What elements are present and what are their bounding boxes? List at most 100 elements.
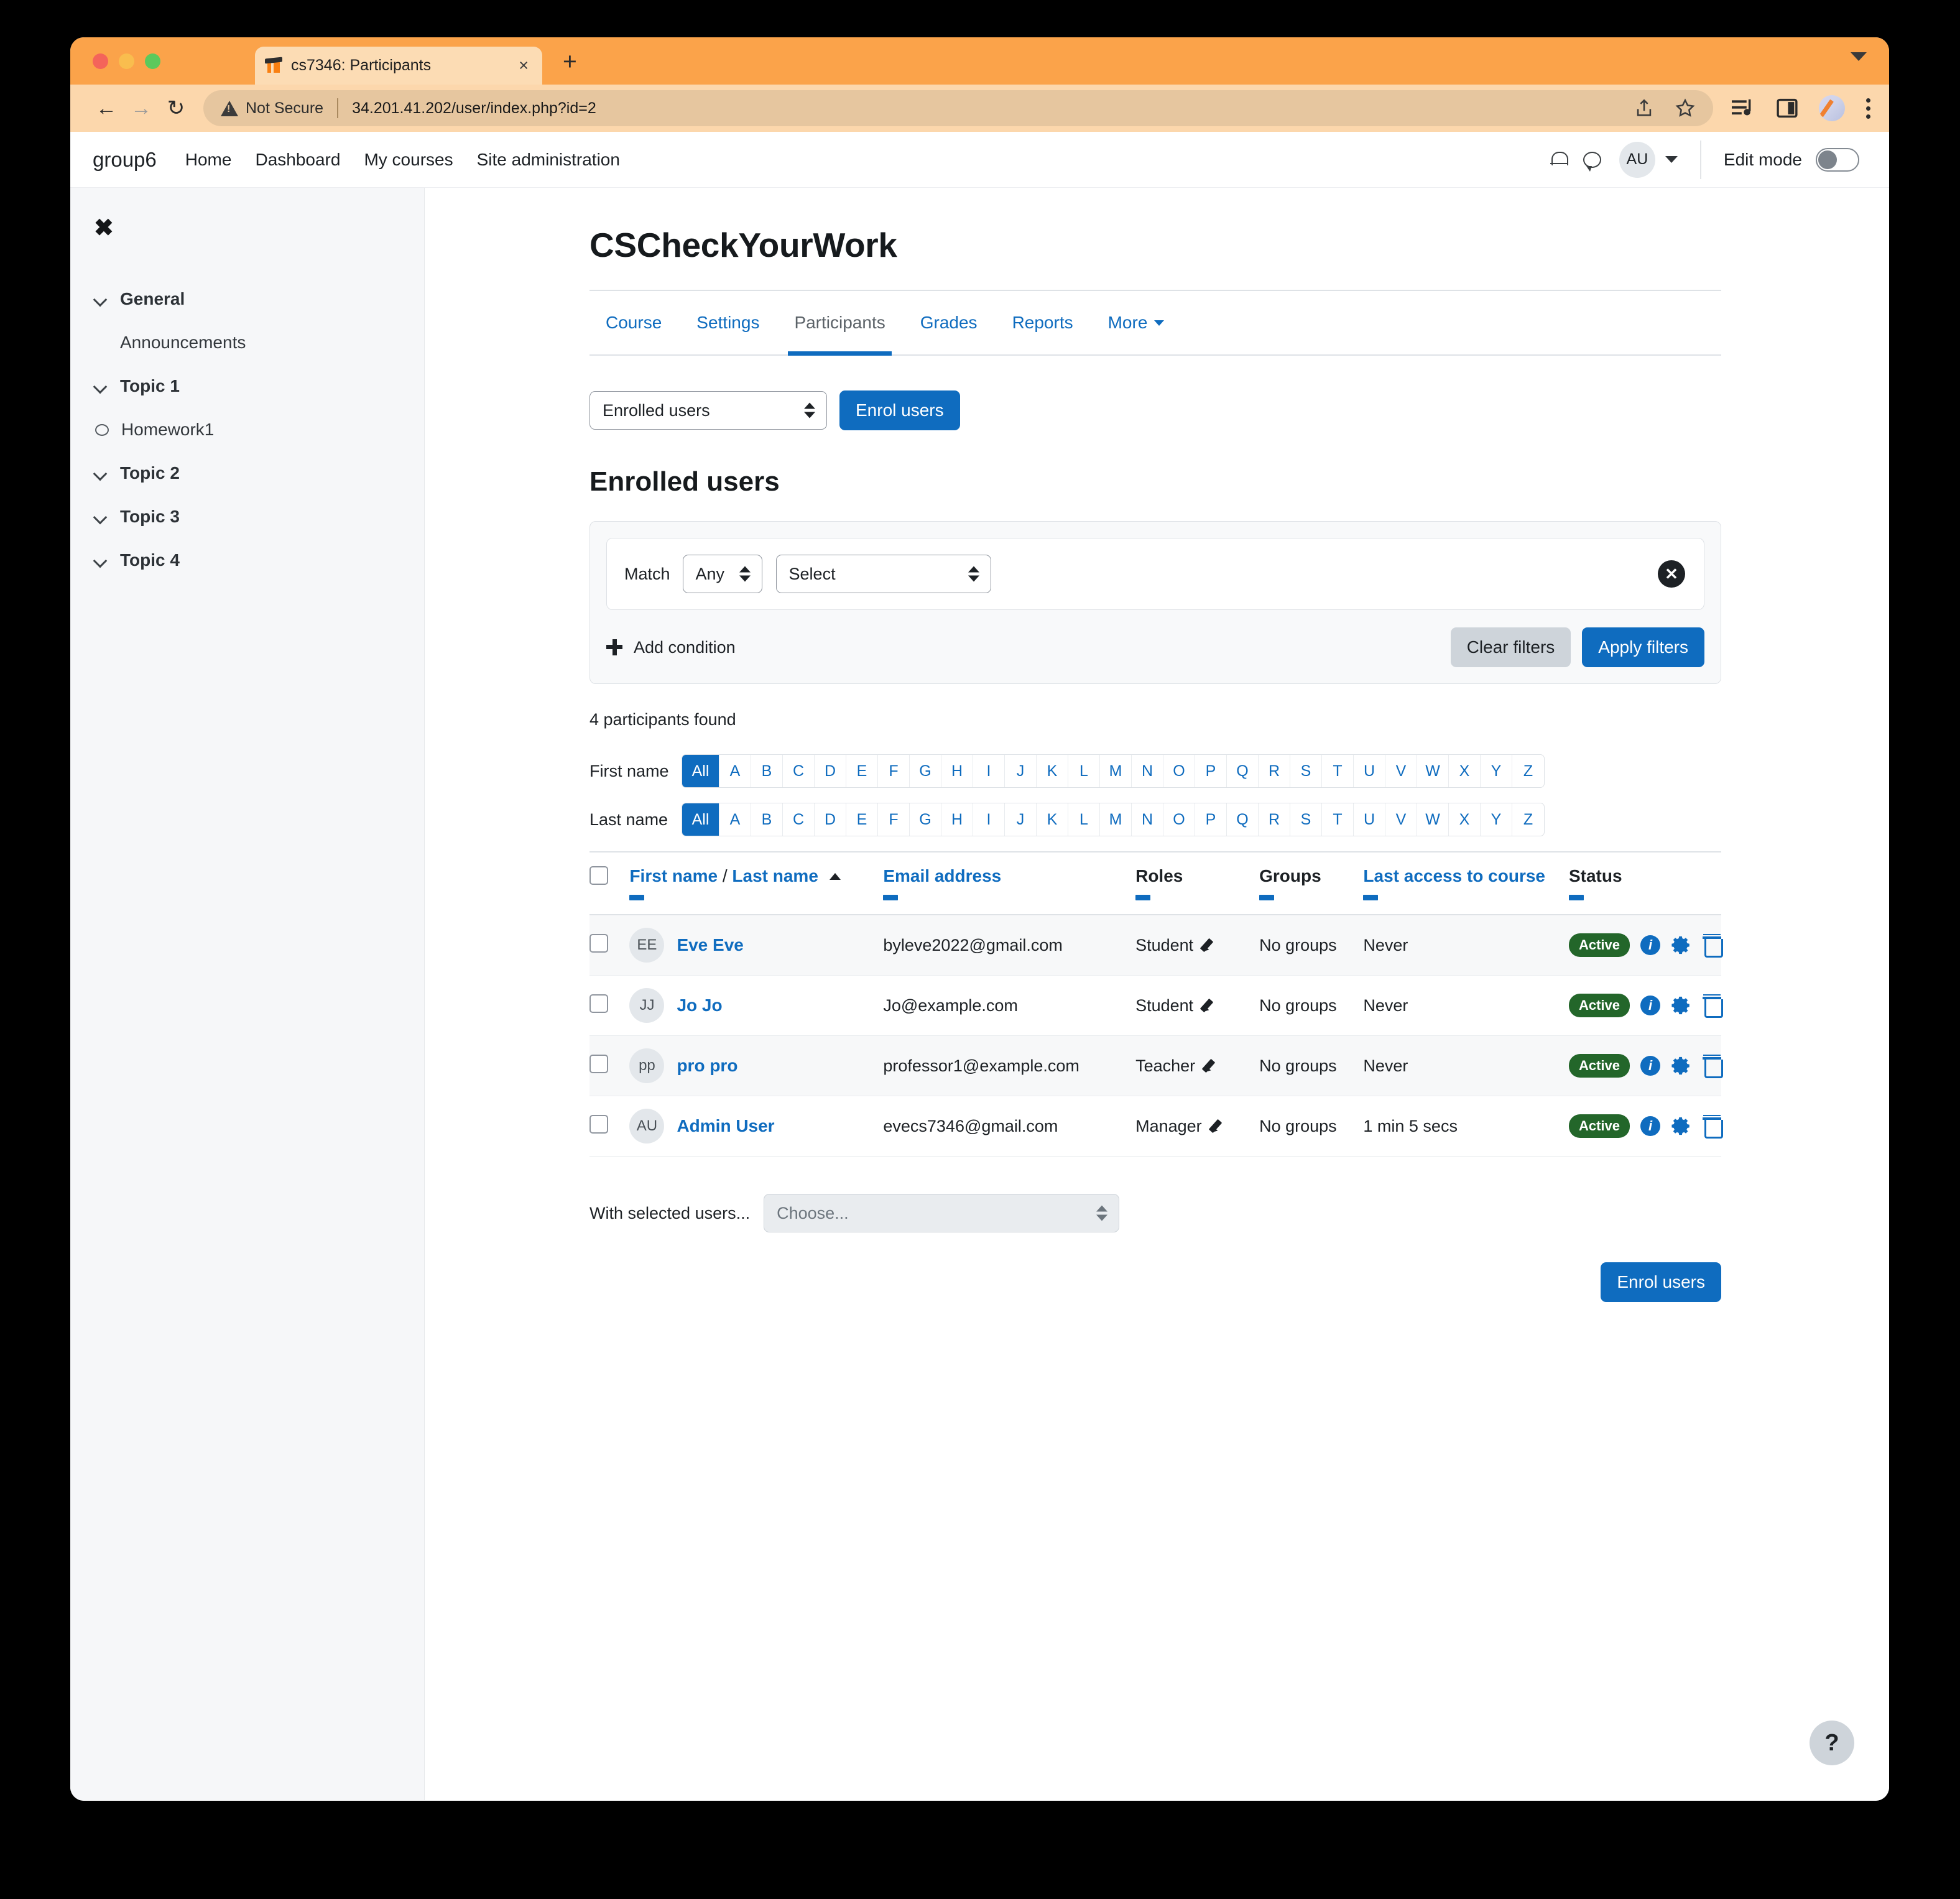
side-panel-icon[interactable] — [1777, 98, 1798, 119]
maximize-window-button[interactable] — [145, 53, 160, 69]
sort-last-access-link[interactable]: Last access to course — [1363, 866, 1545, 885]
first-name-initial-z[interactable]: Z — [1512, 755, 1544, 787]
messages-button[interactable] — [1576, 143, 1609, 177]
enrolment-info-icon[interactable]: i — [1640, 995, 1660, 1015]
last-name-initial-u[interactable]: U — [1354, 803, 1385, 836]
last-name-initial-t[interactable]: T — [1322, 803, 1354, 836]
browser-tab[interactable]: cs7346: Participants × — [255, 47, 542, 85]
edit-enrolment-gear-icon[interactable] — [1671, 1116, 1692, 1137]
edit-enrolment-gear-icon[interactable] — [1671, 995, 1692, 1016]
delete-enrolment-trash-icon[interactable] — [1703, 1116, 1723, 1139]
first-name-initial-o[interactable]: O — [1163, 755, 1195, 787]
tab-course[interactable]: Course — [589, 291, 679, 354]
reload-button[interactable]: ↻ — [159, 91, 193, 126]
enrolment-info-icon[interactable]: i — [1640, 935, 1660, 955]
sidebar-item-announcements[interactable]: Announcements — [70, 321, 424, 364]
row-checkbox[interactable] — [589, 994, 608, 1013]
sidebar-item-topic-3[interactable]: Topic 3 — [70, 495, 424, 538]
url-omnibox[interactable]: Not Secure 34.201.41.202/user/index.php?… — [203, 90, 1713, 126]
close-window-button[interactable] — [93, 53, 108, 69]
delete-enrolment-trash-icon[interactable] — [1703, 995, 1723, 1018]
collapse-column-icon[interactable] — [883, 895, 899, 900]
sort-first-name-link[interactable]: First name — [629, 866, 718, 885]
last-name-initial-d[interactable]: D — [815, 803, 846, 836]
first-name-initial-n[interactable]: N — [1132, 755, 1163, 787]
collapse-column-icon[interactable] — [1259, 895, 1275, 900]
new-tab-button[interactable]: + — [563, 50, 577, 74]
notifications-button[interactable] — [1542, 143, 1576, 177]
first-name-initial-q[interactable]: Q — [1227, 755, 1259, 787]
user-profile-link[interactable]: Admin User — [677, 1116, 774, 1136]
first-name-initial-s[interactable]: S — [1290, 755, 1322, 787]
last-name-initial-i[interactable]: I — [973, 803, 1005, 836]
sidebar-item-topic-1[interactable]: Topic 1 — [70, 364, 424, 408]
sidebar-item-topic-4[interactable]: Topic 4 — [70, 538, 424, 582]
close-drawer-icon[interactable]: ✖ — [70, 216, 424, 240]
edit-roles-pencil-icon[interactable] — [1203, 1057, 1219, 1073]
last-name-initial-q[interactable]: Q — [1227, 803, 1259, 836]
first-name-initial-t[interactable]: T — [1322, 755, 1354, 787]
delete-enrolment-trash-icon[interactable] — [1703, 935, 1723, 958]
forward-button[interactable]: → — [124, 91, 159, 126]
collapse-column-icon[interactable] — [629, 895, 645, 900]
share-icon[interactable] — [1634, 98, 1655, 119]
nav-link-site-administration[interactable]: Site administration — [477, 150, 620, 170]
collapse-column-icon[interactable] — [1568, 895, 1584, 900]
delete-enrolment-trash-icon[interactable] — [1703, 1055, 1723, 1078]
first-name-initial-p[interactable]: P — [1195, 755, 1227, 787]
enrolment-info-icon[interactable]: i — [1640, 1116, 1660, 1136]
tab-participants[interactable]: Participants — [777, 291, 902, 356]
add-condition-button[interactable]: Add condition — [606, 638, 736, 657]
user-profile-link[interactable]: pro pro — [677, 1056, 737, 1076]
tab-search-chevron-down-icon[interactable] — [1851, 52, 1867, 61]
last-name-initial-l[interactable]: L — [1068, 803, 1100, 836]
last-name-initial-a[interactable]: A — [719, 803, 751, 836]
bookmark-star-icon[interactable] — [1675, 98, 1696, 119]
tab-settings[interactable]: Settings — [679, 291, 777, 354]
select-all-checkbox[interactable] — [589, 866, 608, 885]
filter-type-select[interactable]: Select — [775, 555, 991, 593]
last-name-initial-f[interactable]: F — [878, 803, 910, 836]
first-name-initial-f[interactable]: F — [878, 755, 910, 787]
first-name-initial-y[interactable]: Y — [1481, 755, 1512, 787]
back-button[interactable]: ← — [89, 91, 124, 126]
last-name-initial-h[interactable]: H — [941, 803, 973, 836]
nav-link-my-courses[interactable]: My courses — [364, 150, 453, 170]
sidebar-item-topic-2[interactable]: Topic 2 — [70, 451, 424, 495]
edit-roles-pencil-icon[interactable] — [1209, 1117, 1226, 1134]
first-name-initial-w[interactable]: W — [1417, 755, 1449, 787]
last-name-initial-r[interactable]: R — [1259, 803, 1290, 836]
last-name-initial-b[interactable]: B — [751, 803, 783, 836]
first-name-initial-u[interactable]: U — [1354, 755, 1385, 787]
last-name-initial-w[interactable]: W — [1417, 803, 1449, 836]
edit-roles-pencil-icon[interactable] — [1201, 997, 1217, 1013]
first-name-initial-l[interactable]: L — [1068, 755, 1100, 787]
first-name-initial-b[interactable]: B — [751, 755, 783, 787]
first-name-initial-h[interactable]: H — [941, 755, 973, 787]
first-name-initial-i[interactable]: I — [973, 755, 1005, 787]
tab-more[interactable]: More — [1091, 291, 1182, 354]
first-name-initial-d[interactable]: D — [815, 755, 846, 787]
user-profile-link[interactable]: Eve Eve — [677, 935, 743, 955]
match-operator-select[interactable]: Any — [682, 555, 762, 593]
collapse-column-icon[interactable] — [1363, 895, 1379, 900]
first-name-initial-v[interactable]: V — [1385, 755, 1417, 787]
bulk-action-select[interactable]: Choose... — [764, 1194, 1120, 1232]
sidebar-item-general[interactable]: General — [70, 277, 424, 321]
clear-condition-icon[interactable]: ✕ — [1658, 560, 1685, 588]
row-checkbox[interactable] — [589, 933, 608, 953]
last-name-initial-v[interactable]: V — [1385, 803, 1417, 836]
reading-list-icon[interactable] — [1732, 98, 1755, 118]
first-name-initial-all[interactable]: All — [682, 755, 719, 787]
last-name-initial-n[interactable]: N — [1132, 803, 1163, 836]
first-name-initial-m[interactable]: M — [1100, 755, 1132, 787]
profile-avatar-icon[interactable] — [1819, 95, 1845, 121]
first-name-initial-c[interactable]: C — [783, 755, 815, 787]
last-name-initial-y[interactable]: Y — [1481, 803, 1512, 836]
last-name-initial-g[interactable]: G — [910, 803, 941, 836]
apply-filters-button[interactable]: Apply filters — [1582, 627, 1704, 667]
help-button[interactable]: ? — [1810, 1721, 1854, 1765]
enrolment-info-icon[interactable]: i — [1640, 1055, 1660, 1076]
enrolment-method-select[interactable]: Enrolled users — [589, 391, 827, 430]
last-name-initial-m[interactable]: M — [1100, 803, 1132, 836]
